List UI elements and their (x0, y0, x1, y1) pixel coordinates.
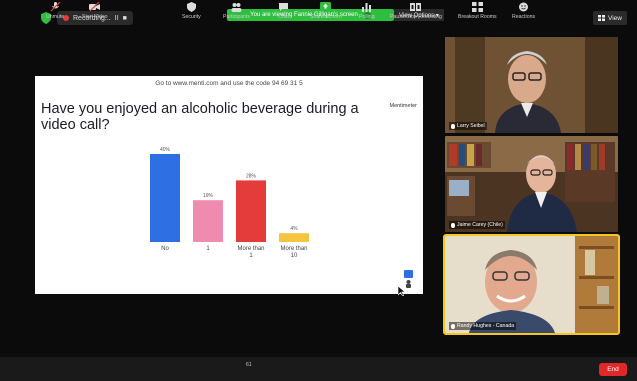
toolbar-label: Share Screen (310, 14, 342, 20)
toolbar-label: Security (182, 14, 201, 20)
participant-name-label: Jaime Carey (Chile) (449, 221, 505, 229)
pause-recording-icon[interactable]: II (115, 15, 119, 22)
chart-category-label: More than (280, 246, 307, 252)
participants-button[interactable]: Participants (223, 2, 250, 22)
toolbar-label: Start Video (82, 14, 108, 20)
mouse-cursor-icon (398, 286, 406, 296)
toolbar-label: Pause/Stop Recording (390, 14, 442, 20)
participants-icon (231, 3, 242, 12)
toolbar-label: Breakout Rooms (458, 14, 497, 20)
participant-video-feed (445, 236, 618, 333)
chart-bar (236, 180, 266, 242)
chart-value-label: 40% (160, 147, 171, 153)
results-bar-chart: 40%No19%128%More than14%More than10 (150, 147, 309, 259)
meeting-toolbar (0, 357, 637, 381)
participant-video-tile[interactable]: Jaime Carey (Chile) (445, 136, 618, 232)
polling-icon (362, 3, 372, 12)
security-button[interactable]: Security (182, 2, 201, 22)
participant-name-label: Randy Hughes - Canada (449, 322, 517, 330)
end-meeting-button[interactable]: End (599, 363, 627, 376)
reactions-button[interactable]: Reactions (512, 2, 535, 22)
toolbar-label: Chat (278, 14, 289, 20)
chart-category-label: More than (237, 246, 264, 252)
view-grid-icon (598, 15, 606, 21)
chat-icon (279, 3, 288, 11)
chart-category-label: 10 (291, 253, 298, 259)
chart-category-label: 1 (206, 246, 210, 252)
chart-bar (279, 233, 309, 242)
video-off-icon (89, 2, 101, 12)
unmute-button[interactable]: Unmute (46, 2, 64, 22)
breakout-icon (471, 2, 483, 12)
participant-name: Jaime Carey (Chile) (457, 222, 503, 228)
toolbar-label: Unmute (46, 14, 65, 20)
participant-video-tile-active-speaker[interactable]: Randy Hughes - Canada (443, 234, 620, 335)
reactions-icon (519, 2, 529, 12)
chart-category-label: No (161, 246, 169, 252)
toolbar-label: Polling (359, 14, 375, 20)
breakout-rooms-button[interactable]: Breakout Rooms (458, 2, 497, 22)
participant-name-label: Larry Seibel (449, 122, 487, 130)
polling-button[interactable]: Polling (359, 2, 375, 22)
chat-button[interactable]: Chat (278, 2, 289, 22)
recording-icon (410, 3, 422, 11)
participant-video-feed (445, 37, 618, 133)
participant-name: Randy Hughes - Canada (457, 323, 515, 329)
toolbar-label: Reactions (512, 14, 536, 20)
participants-count: 61 (246, 362, 252, 368)
chart-value-label: 4% (290, 226, 298, 232)
zoom-window: Recording... II ■ You are viewing Fannie… (0, 0, 637, 381)
participant-name: Larry Seibel (457, 123, 485, 129)
pause-stop-recording-button[interactable]: Pause/Stop Recording (390, 2, 442, 22)
view-label: View (608, 14, 622, 22)
toolbar-label: Participants (223, 14, 251, 20)
stop-recording-icon[interactable]: ■ (123, 15, 127, 22)
share-screen-button[interactable]: Share Screen (310, 2, 342, 22)
mic-icon (451, 123, 455, 129)
chart-value-label: 28% (246, 173, 257, 179)
mic-icon (451, 323, 455, 329)
chart-category-label: 1 (249, 253, 253, 259)
view-button[interactable]: View (593, 11, 627, 25)
participant-video-feed (445, 136, 618, 232)
share-screen-icon (320, 2, 332, 10)
chart-bar (193, 200, 223, 242)
start-video-button[interactable]: Start Video (82, 2, 108, 22)
shared-screen-slide: Go to www.menti.com and use the code 94 … (35, 76, 423, 294)
mic-muted-icon (50, 2, 61, 12)
chart-value-label: 19% (203, 193, 214, 199)
participant-video-tile[interactable]: Larry Seibel (445, 37, 618, 133)
mic-icon (451, 222, 455, 228)
chart-bar (150, 154, 180, 242)
shield-icon (186, 2, 196, 12)
